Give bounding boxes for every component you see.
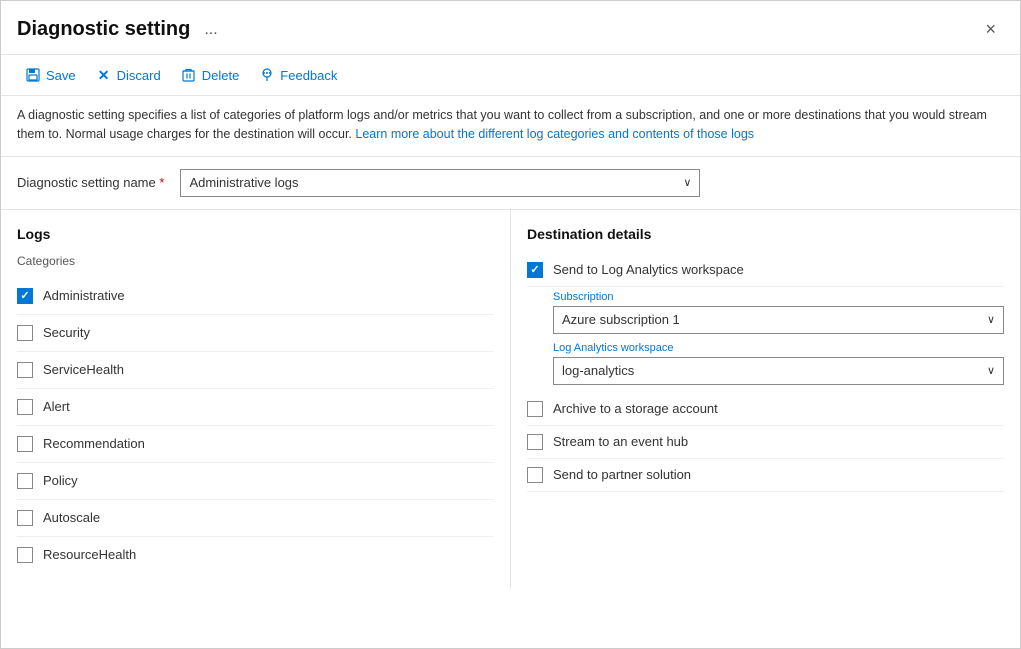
dest-row-storage: Archive to a storage account [527,393,1004,426]
category-row-alert: Alert [17,389,494,426]
category-row-policy: Policy [17,463,494,500]
setting-name-input[interactable]: Administrative logs ∨ [180,169,700,197]
checkbox-storage[interactable] [527,401,543,417]
save-label: Save [46,68,76,83]
panel-title: Diagnostic setting [17,18,190,41]
feedback-label: Feedback [280,68,337,83]
subscription-dropdown-arrow: ∨ [987,313,995,326]
setting-name-value: Administrative logs [189,175,298,190]
delete-icon [181,67,197,83]
main-content: Logs Categories Administrative Security … [1,210,1020,589]
close-button[interactable]: × [977,15,1004,44]
destination-panel: Destination details Send to Log Analytic… [511,210,1020,589]
workspace-label: Log Analytics workspace [553,342,1004,354]
ellipsis-button[interactable]: ... [198,19,223,41]
category-row-resourcehealth: ResourceHealth [17,537,494,573]
diagnostic-setting-panel: Diagnostic setting ... × Save ✕ Discard [0,0,1021,649]
delete-label: Delete [202,68,240,83]
checkbox-alert[interactable] [17,399,33,415]
destination-section-title: Destination details [527,226,1004,242]
category-label-alert[interactable]: Alert [43,399,70,414]
discard-label: Discard [117,68,161,83]
workspace-value: log-analytics [562,363,634,378]
required-indicator: * [159,175,164,190]
category-row-servicehealth: ServiceHealth [17,352,494,389]
workspace-dropdown-arrow: ∨ [987,364,995,377]
logs-panel: Logs Categories Administrative Security … [1,210,511,589]
discard-button[interactable]: ✕ Discard [88,63,169,87]
discard-icon: ✕ [96,67,112,83]
category-row-autoscale: Autoscale [17,500,494,537]
checkbox-recommendation[interactable] [17,436,33,452]
checkbox-policy[interactable] [17,473,33,489]
category-label-policy[interactable]: Policy [43,473,78,488]
save-icon [25,67,41,83]
panel-header: Diagnostic setting ... × [1,1,1020,55]
category-label-security[interactable]: Security [43,325,90,340]
dest-label-partner[interactable]: Send to partner solution [553,467,691,482]
title-row: Diagnostic setting ... [17,18,224,41]
save-button[interactable]: Save [17,63,84,87]
checkbox-administrative[interactable] [17,288,33,304]
dest-row-log-analytics: Send to Log Analytics workspace [527,254,1004,287]
log-analytics-subform: Subscription Azure subscription 1 ∨ Log … [553,291,1004,385]
subscription-value: Azure subscription 1 [562,312,680,327]
checkbox-event-hub[interactable] [527,434,543,450]
checkbox-security[interactable] [17,325,33,341]
feedback-button[interactable]: Feedback [251,63,345,87]
category-label-servicehealth[interactable]: ServiceHealth [43,362,124,377]
checkbox-log-analytics[interactable] [527,262,543,278]
category-label-administrative[interactable]: Administrative [43,288,125,303]
setting-name-label: Diagnostic setting name * [17,175,164,190]
toolbar: Save ✕ Discard Delete [1,55,1020,96]
checkbox-partner[interactable] [527,467,543,483]
category-label-recommendation[interactable]: Recommendation [43,436,145,451]
setting-name-row: Diagnostic setting name * Administrative… [1,157,1020,210]
subscription-label: Subscription [553,291,1004,303]
dest-label-storage[interactable]: Archive to a storage account [553,401,718,416]
checkbox-autoscale[interactable] [17,510,33,526]
learn-more-link[interactable]: Learn more about the different log categ… [355,127,754,141]
dest-label-event-hub[interactable]: Stream to an event hub [553,434,688,449]
subscription-dropdown[interactable]: Azure subscription 1 ∨ [553,306,1004,334]
feedback-icon [259,67,275,83]
delete-button[interactable]: Delete [173,63,248,87]
category-row-administrative: Administrative [17,278,494,315]
categories-label: Categories [17,254,494,268]
category-row-recommendation: Recommendation [17,426,494,463]
dest-row-partner: Send to partner solution [527,459,1004,492]
checkbox-resourcehealth[interactable] [17,547,33,563]
dest-label-log-analytics[interactable]: Send to Log Analytics workspace [553,262,744,277]
info-section: A diagnostic setting specifies a list of… [1,96,1020,157]
dest-row-event-hub: Stream to an event hub [527,426,1004,459]
category-label-resourcehealth[interactable]: ResourceHealth [43,547,136,562]
category-row-security: Security [17,315,494,352]
setting-name-dropdown-arrow: ∨ [683,176,691,189]
category-label-autoscale[interactable]: Autoscale [43,510,100,525]
workspace-dropdown[interactable]: log-analytics ∨ [553,357,1004,385]
logs-section-title: Logs [17,226,494,242]
checkbox-servicehealth[interactable] [17,362,33,378]
